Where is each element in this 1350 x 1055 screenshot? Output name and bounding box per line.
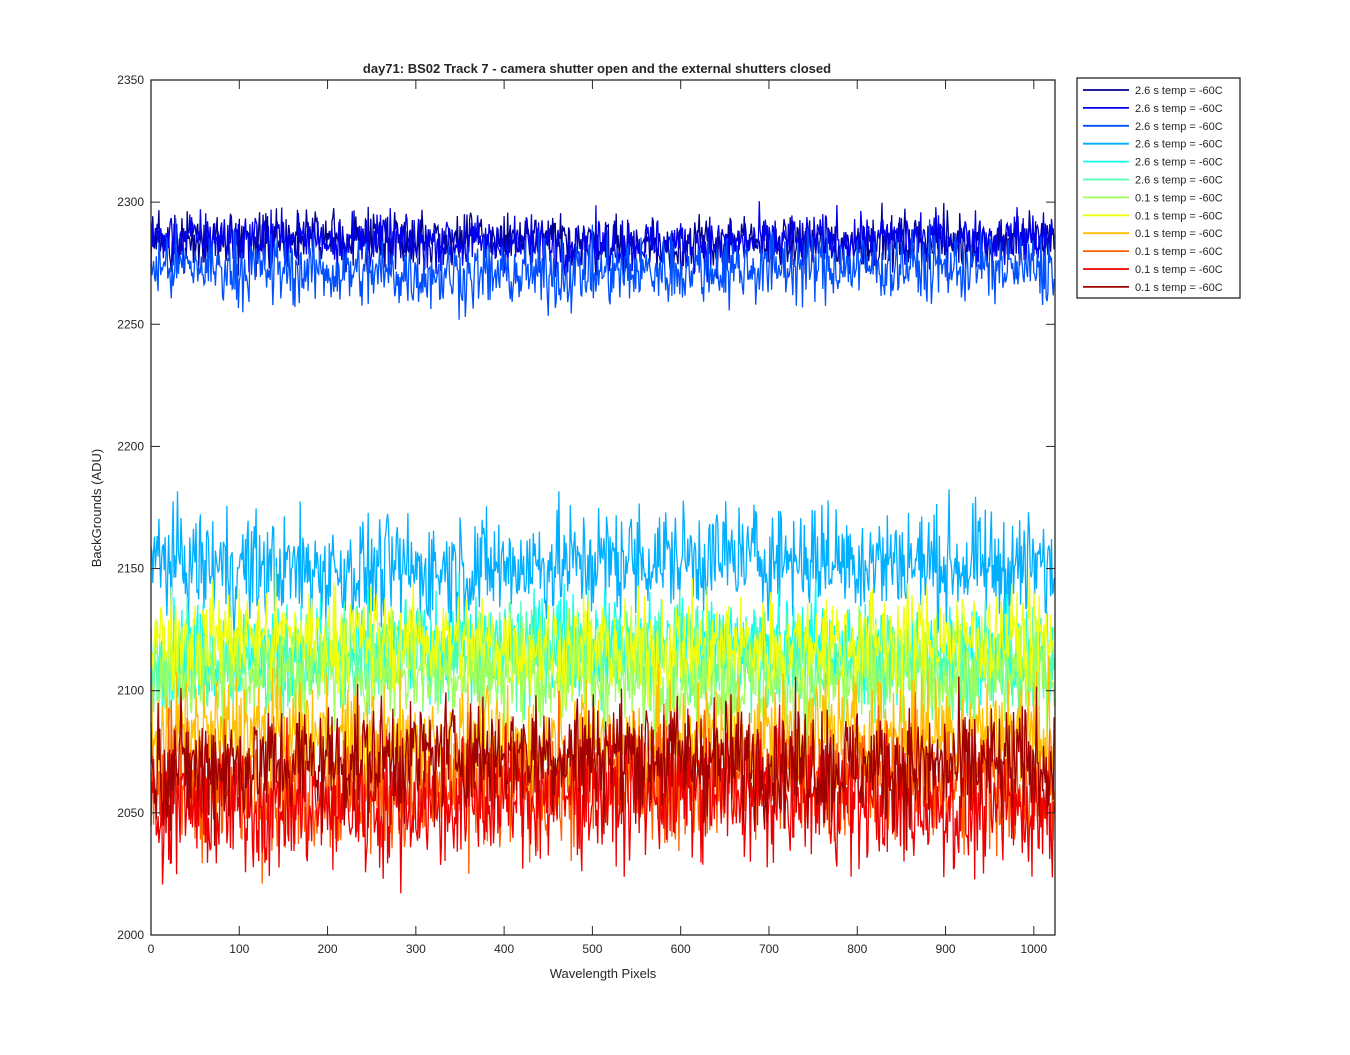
x-tick-label: 0 — [148, 942, 155, 956]
y-tick-label: 2300 — [117, 195, 144, 209]
legend-label: 0.1 s temp = -60C — [1135, 246, 1223, 258]
legend-label: 2.6 s temp = -60C — [1135, 157, 1223, 169]
y-tick-label: 2050 — [117, 806, 144, 820]
x-tick-label: 600 — [671, 942, 691, 956]
x-tick-label: 100 — [229, 942, 249, 956]
y-tick-label: 2150 — [117, 562, 144, 576]
legend-label: 2.6 s temp = -60C — [1135, 139, 1223, 151]
legend-label: 0.1 s temp = -60C — [1135, 192, 1223, 204]
chart-title: day71: BS02 Track 7 - camera shutter ope… — [363, 61, 831, 76]
y-axis-label: BackGrounds (ADU) — [89, 449, 104, 567]
x-tick-label: 1000 — [1020, 942, 1047, 956]
y-tick-label: 2100 — [117, 684, 144, 698]
legend-label: 0.1 s temp = -60C — [1135, 228, 1223, 240]
legend: 2.6 s temp = -60C 2.6 s temp = -60C 2.6 s … — [1076, 77, 1241, 299]
y-tick-label: 2350 — [117, 73, 144, 87]
x-tick-label: 200 — [318, 942, 338, 956]
y-tick-label: 2200 — [117, 439, 144, 453]
legend-label: 0.1 s temp = -60C — [1135, 210, 1223, 222]
legend-label: 2.6 s temp = -60C — [1135, 121, 1223, 133]
x-tick-label: 500 — [582, 942, 602, 956]
y-tick-label: 2000 — [117, 928, 144, 942]
y-tick-label: 2250 — [117, 317, 144, 331]
x-axis-label: Wavelength Pixels — [550, 966, 657, 981]
legend-label: 2.6 s temp = -60C — [1135, 175, 1223, 187]
figure: 0 100 200 300 400 500 600 700 800 900 1000 2000 205… — [0, 0, 1350, 1050]
x-tick-label: 800 — [847, 942, 867, 956]
legend-label: 2.6 s temp = -60C — [1135, 103, 1223, 115]
x-tick-label: 900 — [936, 942, 956, 956]
line-chart: 0 100 200 300 400 500 600 700 800 900 1000 2000 205… — [0, 0, 1350, 1050]
legend-label: 0.1 s temp = -60C — [1135, 264, 1223, 276]
legend-label: 0.1 s temp = -60C — [1135, 282, 1223, 294]
x-tick-label: 700 — [759, 942, 779, 956]
legend-label: 2.6 s temp = -60C — [1135, 85, 1223, 97]
x-tick-label: 300 — [406, 942, 426, 956]
x-tick-label: 400 — [494, 942, 514, 956]
